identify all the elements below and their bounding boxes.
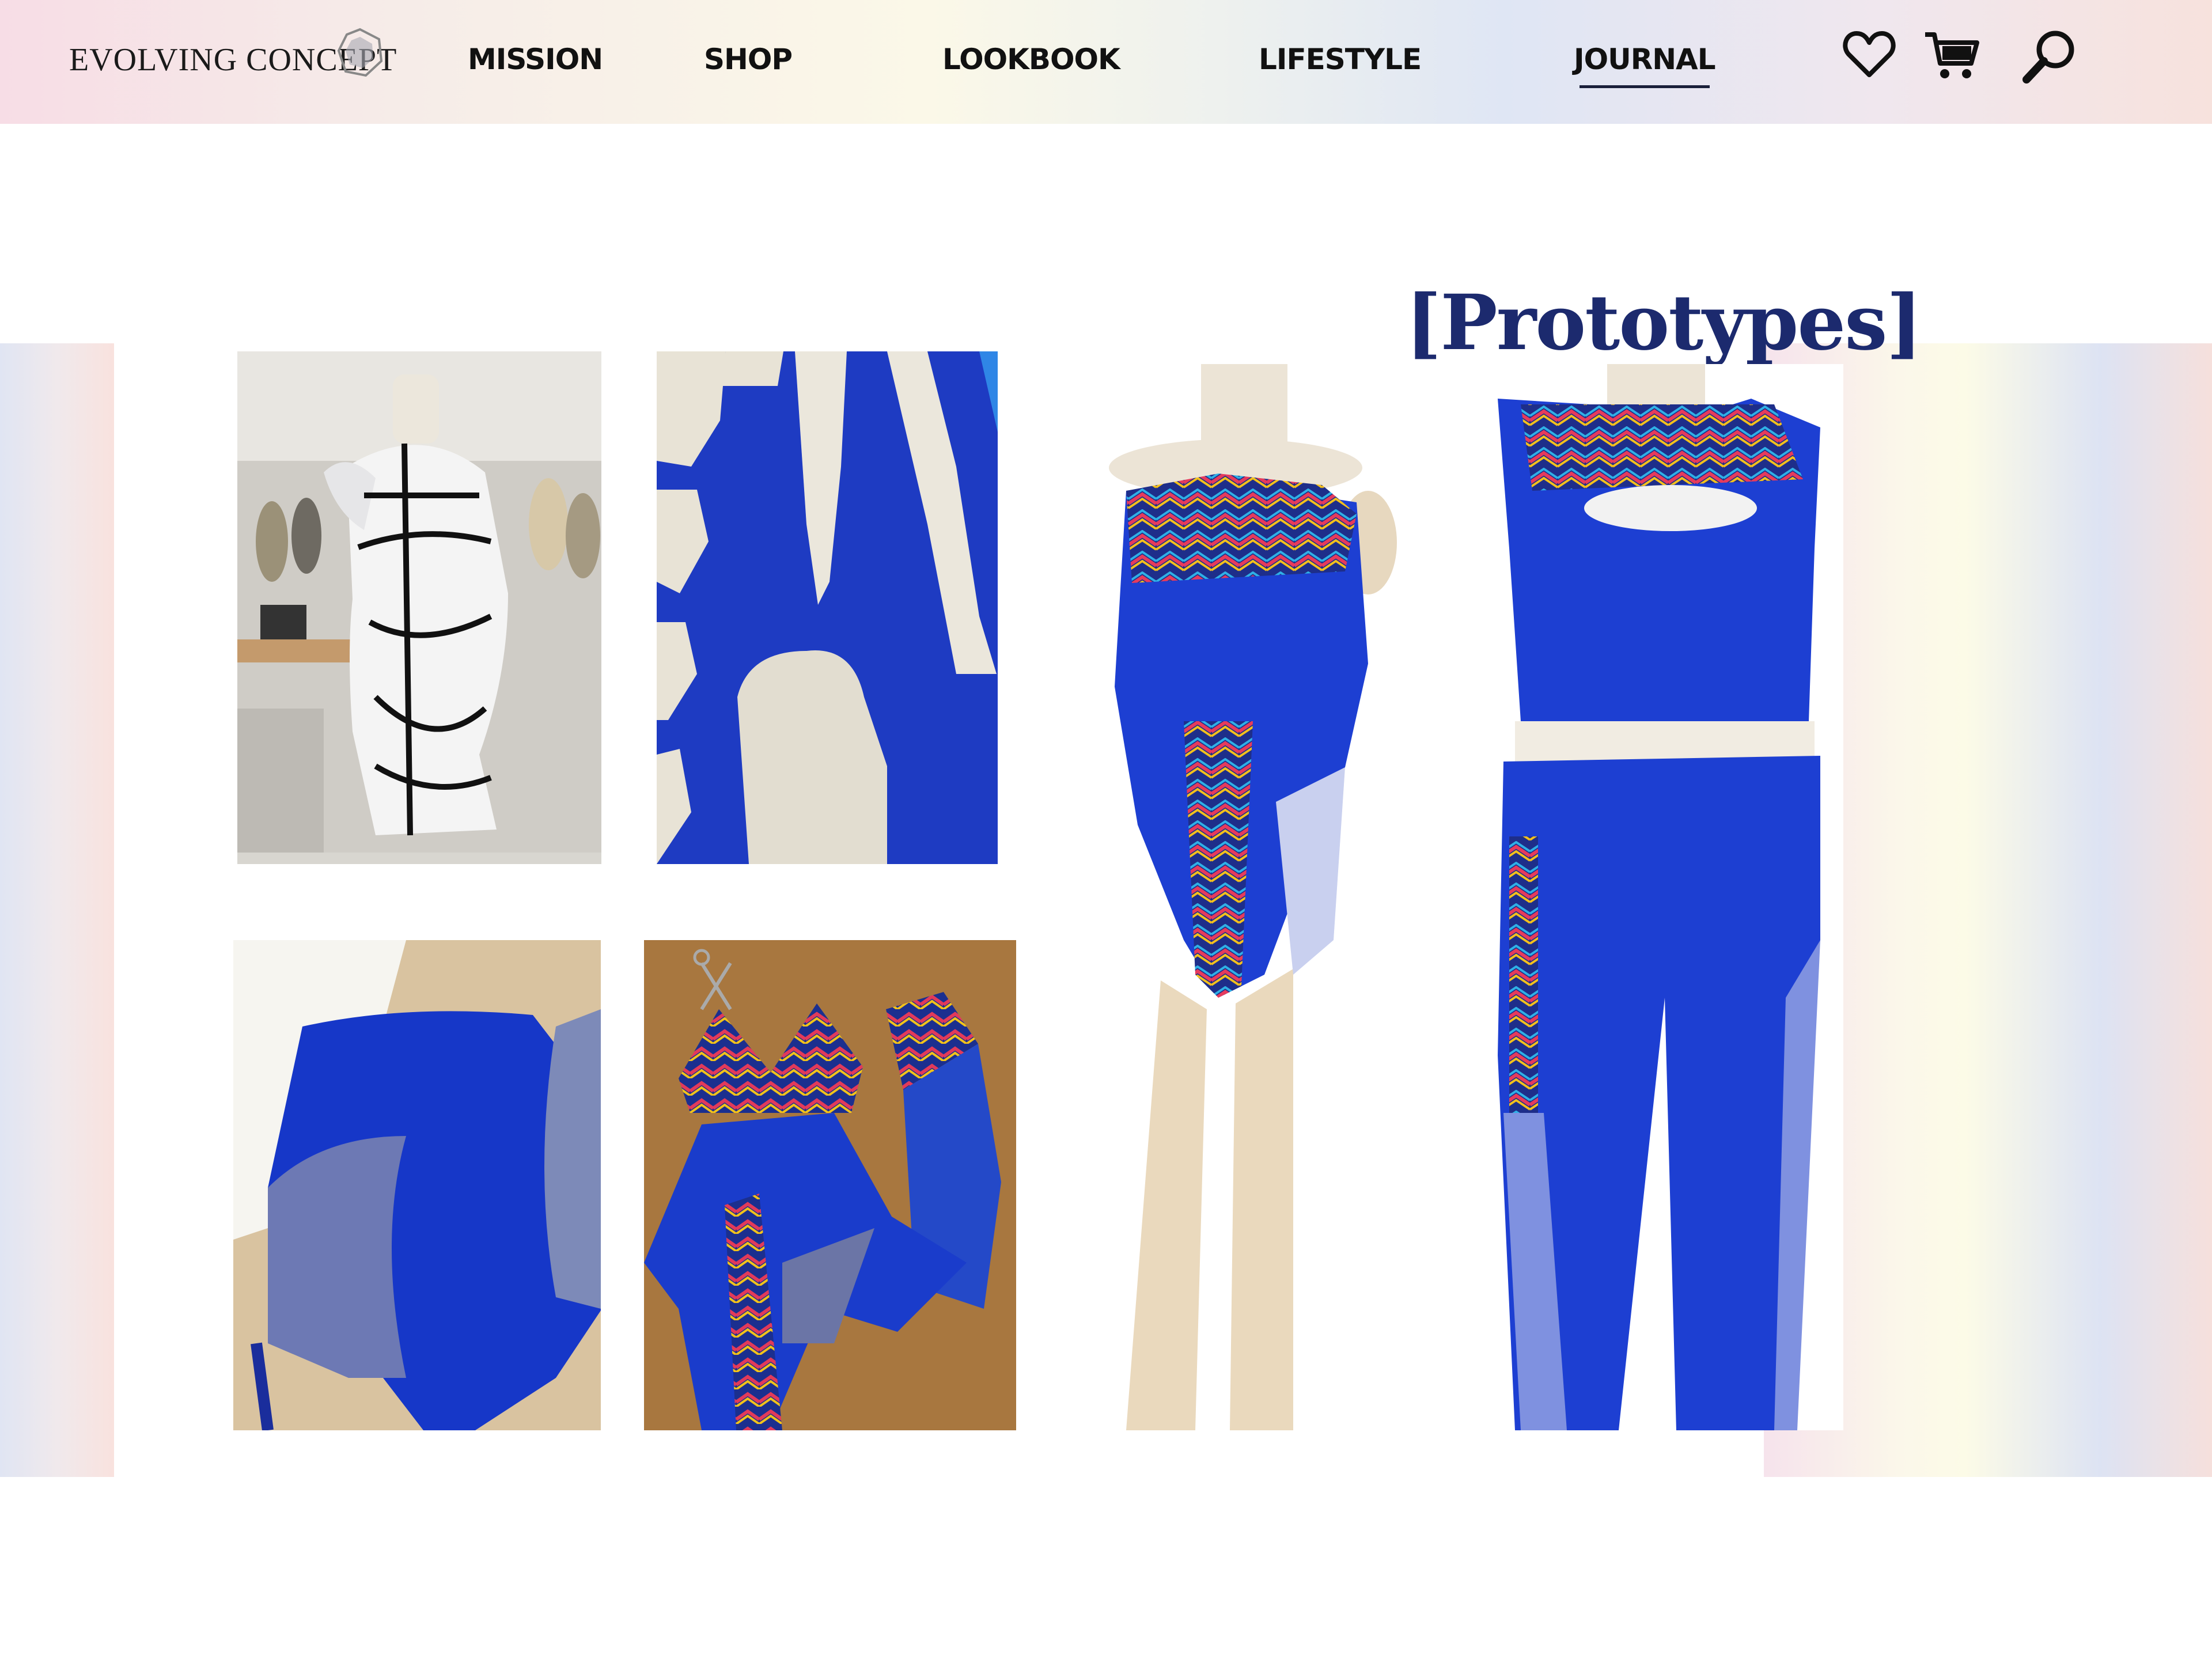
photo-bodysuit-dress-form [1046, 364, 1414, 1430]
nav-shop[interactable]: SHOP [704, 43, 793, 76]
photo-cut-pieces [644, 940, 1016, 1430]
heart-icon[interactable] [1840, 26, 1898, 84]
cart-icon[interactable] [1923, 26, 1980, 84]
photo-pinned-pieces [233, 940, 601, 1430]
nav-lifestyle[interactable]: LIFESTYLE [1259, 43, 1422, 76]
nav-journal[interactable]: JOURNAL [1574, 43, 1716, 76]
search-icon[interactable] [2021, 26, 2078, 84]
photo-patterns-on-fabric [657, 351, 998, 864]
logo-mark-icon [337, 28, 383, 77]
left-gradient-panel [0, 343, 114, 1477]
page-title: [Prototypes] [1406, 278, 1922, 368]
top-navigation-bar: EVOLVING CONCEPT MISSION SHOP LOOKBOOK L… [0, 0, 2212, 124]
active-nav-underline [1580, 85, 1710, 88]
nav-mission[interactable]: MISSION [468, 43, 603, 76]
nav-lookbook[interactable]: LOOKBOOK [942, 43, 1120, 76]
photo-white-bodysuit-form [237, 351, 601, 864]
photo-top-leggings-dress-form [1475, 364, 1843, 1430]
